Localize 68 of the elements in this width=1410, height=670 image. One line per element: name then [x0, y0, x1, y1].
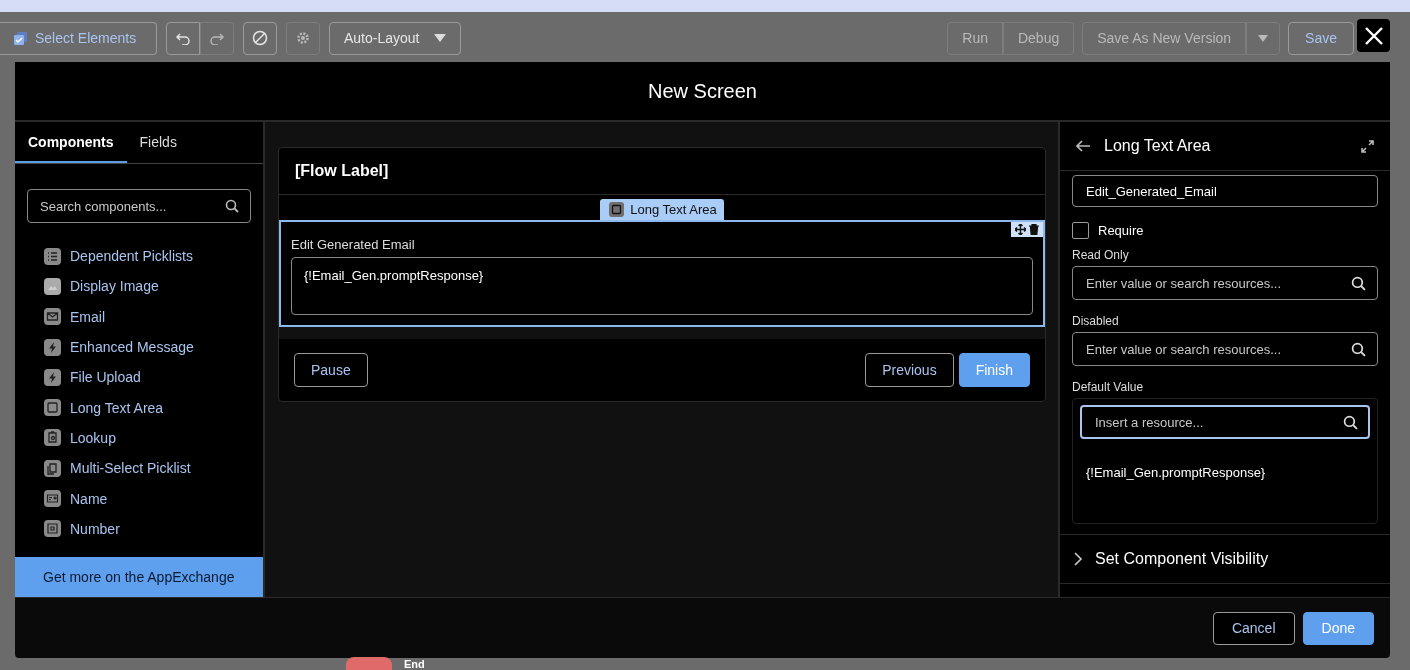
require-checkbox[interactable] [1072, 222, 1089, 239]
component-list-item[interactable]: Lookup [15, 422, 263, 454]
component-icon [44, 399, 61, 417]
text-area-field[interactable]: {!Email_Gen.promptResponse} [291, 257, 1033, 315]
component-list-item[interactable]: Long Text Area [15, 392, 263, 423]
search-icon [225, 199, 239, 213]
component-list-item[interactable]: File Upload [15, 362, 263, 393]
panel-title: Long Text Area [1104, 137, 1212, 155]
component-list-item[interactable]: Number [15, 513, 263, 544]
textarea-icon [609, 202, 625, 217]
flow-label: [Flow Label] [295, 162, 389, 180]
component-list-item[interactable]: Enhanced Message [15, 331, 263, 363]
component-tag-label: Long Text Area [630, 202, 717, 217]
component-icon [44, 308, 61, 326]
component-icon [44, 459, 61, 477]
field-label: Edit Generated Email [291, 237, 416, 252]
close-icon [1363, 25, 1384, 46]
appexchange-button[interactable]: Get more on the AppExchange [15, 557, 263, 597]
settings-icon [296, 31, 310, 45]
component-icon [44, 520, 61, 538]
component-icon [44, 429, 61, 447]
back-arrow-icon[interactable] [1076, 140, 1090, 152]
require-label: Require [1098, 223, 1144, 238]
redo-icon [210, 31, 224, 45]
search-icon [1343, 415, 1358, 430]
tab[interactable]: Components [15, 122, 127, 163]
read-only-field[interactable]: Enter value or search resources... [1072, 266, 1378, 300]
checkbox-stack-icon [14, 31, 27, 45]
move-icon[interactable] [1015, 224, 1026, 235]
component-icon [44, 247, 61, 265]
component-list-item[interactable]: Email [15, 301, 263, 332]
modal-title: New Screen [648, 79, 757, 103]
search-icon [1351, 342, 1366, 357]
caret-icon [433, 34, 446, 42]
default-value-text: {!Email_Gen.promptResponse} [1086, 465, 1267, 480]
component-icon [44, 368, 61, 386]
trash-icon[interactable] [1029, 224, 1039, 235]
undo-icon [176, 31, 190, 45]
component-list-item[interactable]: Multi-Select Picklist [15, 453, 263, 484]
component-icon [44, 277, 61, 295]
layout-dropdown[interactable]: Auto-Layout [329, 21, 461, 55]
node-label: End [404, 658, 425, 670]
visibility-section-header[interactable]: Set Component Visibility [1060, 535, 1390, 584]
close-button[interactable] [1357, 19, 1390, 52]
flow-nav-button[interactable]: Pause [294, 353, 368, 387]
search-field[interactable]: Search components... [27, 189, 251, 223]
flow-nav-button[interactable]: Previous [865, 353, 954, 387]
undo-button[interactable] [166, 21, 200, 55]
caret-icon [1258, 34, 1269, 42]
default-value-area[interactable]: Insert a resource... {!Email_Gen.promptResponse} [1072, 398, 1378, 524]
footer-button[interactable]: Cancel [1212, 611, 1295, 645]
expand-icon[interactable] [1361, 139, 1374, 153]
component-list-item[interactable]: Display Image [15, 271, 263, 302]
prohibited-icon-button[interactable] [243, 21, 277, 55]
component-list-item[interactable]: Name [15, 483, 263, 514]
search-icon [1351, 276, 1366, 291]
field-label: Disabled [1072, 314, 1120, 328]
field-label: Read Only [1072, 248, 1130, 262]
component-icon [44, 338, 61, 356]
field-label: Default Value [1072, 380, 1145, 394]
selected-component[interactable]: Edit Generated Email {!Email_Gen.promptResponse} [279, 220, 1045, 327]
prohibited-icon [252, 30, 268, 46]
chevron-icon [1074, 552, 1083, 566]
component-icon [44, 490, 61, 507]
tab[interactable]: Fields [126, 122, 190, 163]
resource-search-field[interactable]: Insert a resource... [1080, 405, 1370, 439]
api-name-field[interactable]: Edit_Generated_Email [1072, 175, 1378, 207]
component-list-item[interactable]: Dependent Picklists [15, 241, 263, 272]
